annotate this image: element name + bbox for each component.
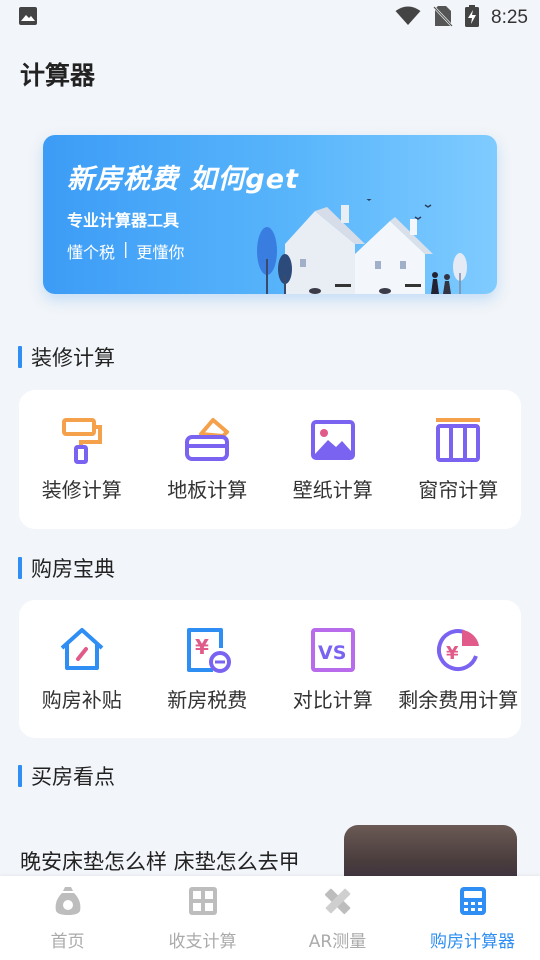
svg-text:VS: VS: [318, 642, 346, 664]
section-renovation-title: 装修计算: [31, 346, 115, 370]
renovation-card: 装修计算 地板计算 壁纸计算 窗帘计算: [19, 390, 521, 529]
wifi-icon: [395, 6, 421, 30]
tool-remaining-cost[interactable]: ¥ 剩余费用计算: [396, 626, 521, 713]
banner-tagline: 懂个税 | 更懂你: [67, 239, 184, 263]
tool-label: 剩余费用计算: [398, 687, 519, 712]
status-bar: 8:25: [0, 0, 540, 36]
banner-subtitle: 专业计算器工具: [67, 211, 180, 230]
section-highlights-header: 买房看点: [18, 761, 115, 791]
banner-tagline-right: 更懂你: [136, 243, 185, 262]
yuan-tax-icon: ¥: [183, 626, 232, 674]
tool-label: 地板计算: [167, 478, 248, 502]
section-buying-title: 购房宝典: [31, 557, 115, 581]
calculator-icon: [457, 885, 489, 921]
page-title: 计算器: [20, 61, 96, 90]
yuan-pie-icon: ¥: [434, 626, 482, 674]
floor-icon: [183, 416, 231, 464]
wallpaper-image-icon: [309, 416, 357, 464]
section-renovation-header: 装修计算: [18, 342, 115, 372]
tab-label: AR测量: [308, 931, 367, 952]
bottom-tab-bar: 首页 收支计算 AR测量 购房计算器: [0, 876, 540, 960]
promo-banner[interactable]: 新房税费 如何get 专业计算器工具 懂个税 | 更懂你: [43, 135, 497, 294]
paint-roller-icon: [58, 416, 106, 464]
section-highlights-title: 买房看点: [31, 765, 115, 789]
tool-renovation-calc[interactable]: 装修计算: [19, 416, 144, 503]
houses-illustration: [257, 199, 467, 294]
buying-card: 购房补贴 ¥ 新房税费 VS 对比计算 ¥ 剩余费用计算: [19, 600, 521, 738]
section-buying-header: 购房宝典: [18, 553, 115, 583]
tab-house-calculator[interactable]: 购房计算器: [405, 885, 540, 952]
tab-ar-measure[interactable]: AR测量: [270, 885, 405, 952]
no-sim-icon: [433, 5, 453, 31]
section-accent-bar: [18, 557, 22, 579]
banner-tagline-divider: |: [123, 239, 129, 258]
image-notification-icon: [18, 6, 38, 30]
calculator-grid-icon: [187, 885, 219, 921]
article-title: 晚安床垫怎么样 床垫怎么去甲: [20, 850, 300, 874]
tool-new-house-tax[interactable]: ¥ 新房税费: [145, 626, 270, 713]
svg-text:¥: ¥: [195, 635, 209, 659]
tab-label: 收支计算: [168, 931, 237, 952]
tab-label: 首页: [50, 931, 85, 952]
tool-house-subsidy[interactable]: 购房补贴: [19, 626, 144, 713]
tool-label: 装修计算: [41, 478, 122, 502]
vs-compare-icon: VS: [309, 626, 357, 674]
tool-compare-calc[interactable]: VS 对比计算: [270, 626, 395, 713]
house-subsidy-icon: [58, 626, 106, 674]
tab-label: 购房计算器: [430, 931, 515, 952]
tool-curtain-calc[interactable]: 窗帘计算: [396, 416, 521, 503]
svg-text:¥: ¥: [446, 643, 459, 664]
section-accent-bar: [18, 346, 22, 368]
banner-headline: 新房税费 如何get: [67, 164, 299, 195]
battery-charging-icon: [465, 5, 480, 31]
tool-wallpaper-calc[interactable]: 壁纸计算: [270, 416, 395, 503]
money-bag-icon: [52, 885, 84, 921]
tool-label: 窗帘计算: [418, 478, 499, 502]
tool-label: 购房补贴: [41, 687, 122, 712]
section-accent-bar: [18, 765, 22, 787]
article-item[interactable]: 晚安床垫怎么样 床垫怎么去甲: [0, 820, 540, 885]
ruler-pencil-icon: [322, 885, 354, 921]
tab-home[interactable]: 首页: [0, 885, 135, 952]
tool-label: 新房税费: [167, 687, 248, 712]
tab-income-expense[interactable]: 收支计算: [135, 885, 270, 952]
status-time: 8:25: [491, 7, 528, 28]
tool-label: 对比计算: [292, 687, 373, 712]
tool-label: 壁纸计算: [292, 478, 373, 502]
banner-tagline-left: 懂个税: [67, 243, 116, 262]
curtain-icon: [434, 416, 482, 464]
tool-floor-calc[interactable]: 地板计算: [145, 416, 270, 503]
